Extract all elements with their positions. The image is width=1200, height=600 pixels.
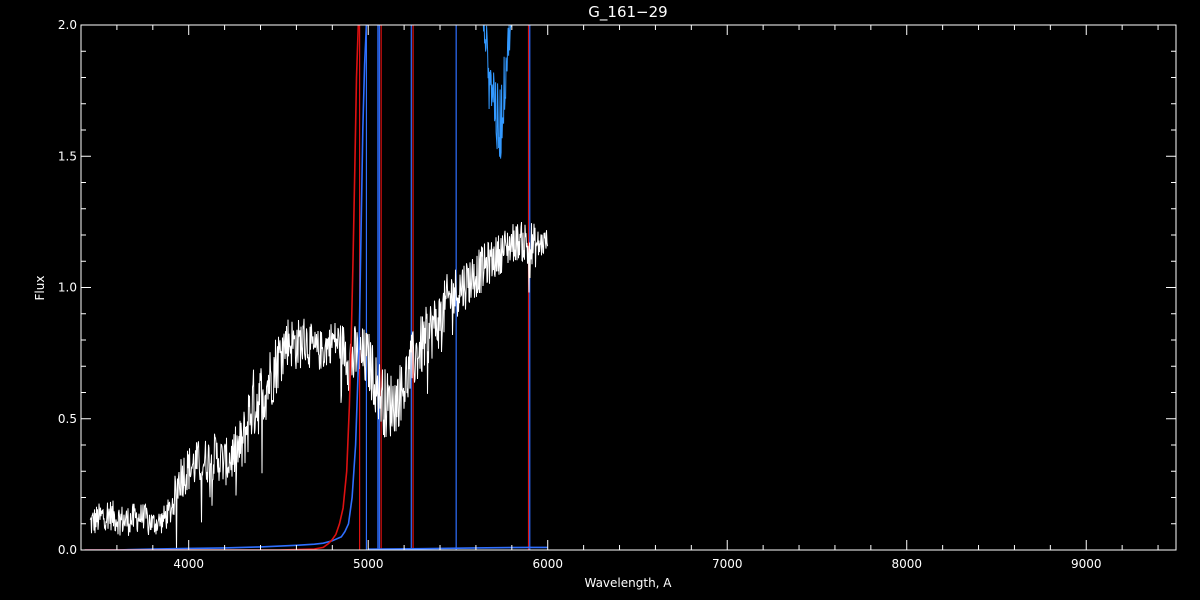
spectrum-chart: 4000 5000 6000 7000 8000 9000 0.0 0.5 1.0 1.5 2.0 … [0, 0, 1200, 600]
x-tick-label-5: 9000 [1071, 557, 1102, 571]
x-tick-label-1: 5000 [353, 557, 384, 571]
y-tick-label-2: 1.0 [58, 281, 77, 295]
plot-canvas: 4000 5000 6000 7000 8000 90000.00.51.01.52.0 … [33, 3, 1177, 590]
y-axis-label: Flux [33, 276, 47, 301]
data-layer [84, 25, 548, 550]
x-tick-label-2: 6000 [532, 557, 563, 571]
chart-title: G_161−29 [588, 3, 667, 22]
series-line-3 [482, 25, 513, 159]
plot-frame [80, 24, 1177, 551]
x-tick-label-3: 7000 [712, 557, 743, 571]
x-tick-label-0: 4000 [173, 557, 204, 571]
ticks-layer: 4000 5000 6000 7000 8000 9000 0.0 0.5 1.0 1.5 2.0 [58, 18, 1176, 571]
series-line-4 [84, 25, 360, 550]
y-tick-label-3: 1.5 [58, 149, 77, 163]
series-line-0 [89, 221, 548, 550]
y-tick-label-4: 2.0 [58, 18, 77, 32]
x-tick-label-4: 8000 [891, 557, 922, 571]
y-tick-label-0: 0.0 [58, 543, 77, 557]
y-tick-label-1: 0.5 [58, 412, 77, 426]
x-axis-label: Wavelength, A [584, 576, 672, 590]
series-line-2 [368, 546, 548, 550]
